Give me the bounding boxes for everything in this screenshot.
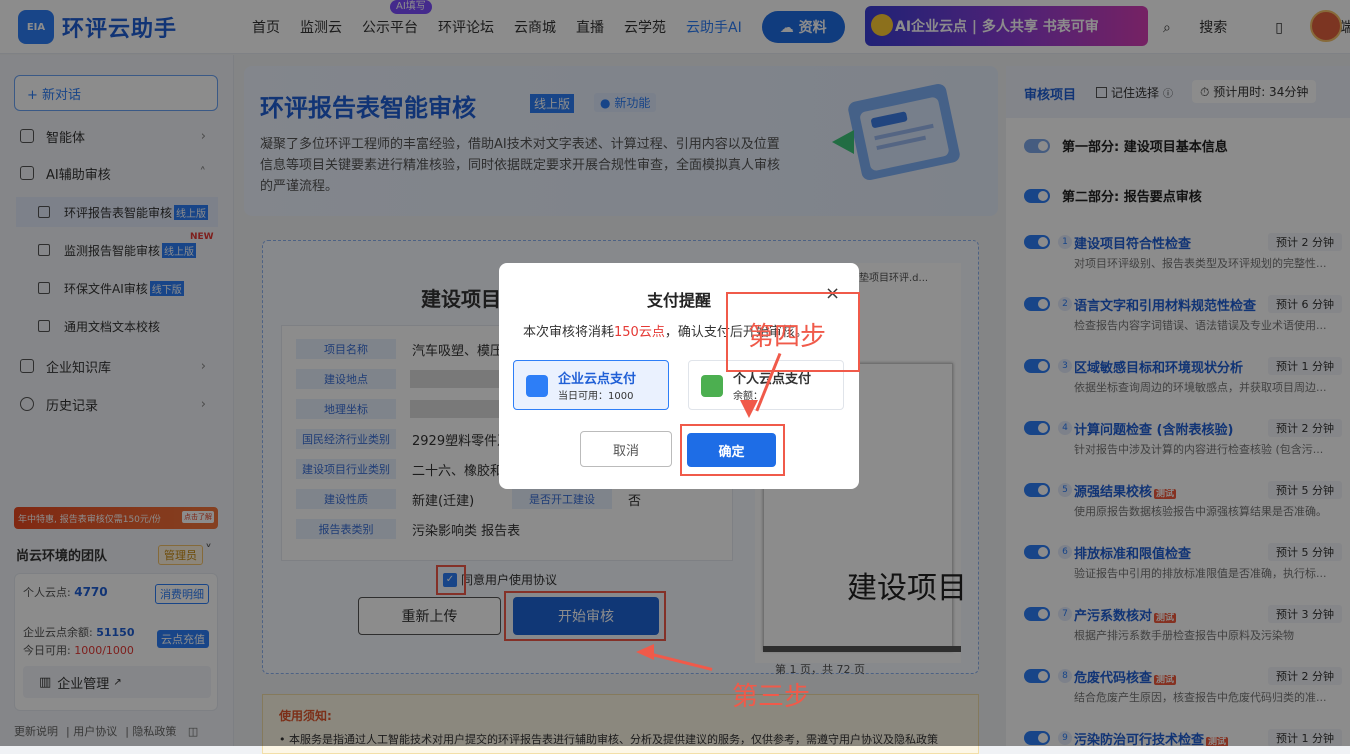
message-amount: 150云点 [614,325,665,340]
step4-label: 第四步 [748,322,827,352]
option-name: 企业云点支付 [558,372,637,387]
message-prefix: 本次审核将消耗 [523,325,615,340]
step3-arrow-head [636,644,654,660]
enterprise-pay-option[interactable]: 企业云点支付 当日可用：1000 [513,360,669,410]
option-sub: 当日可用：1000 [558,391,634,402]
user-icon [701,375,723,397]
highlight-box-confirm [680,424,785,476]
building-icon [526,375,548,397]
step3-label: 第三步 [732,682,811,712]
step4-arrow-head [740,400,758,418]
cancel-button[interactable]: 取消 [580,431,672,467]
